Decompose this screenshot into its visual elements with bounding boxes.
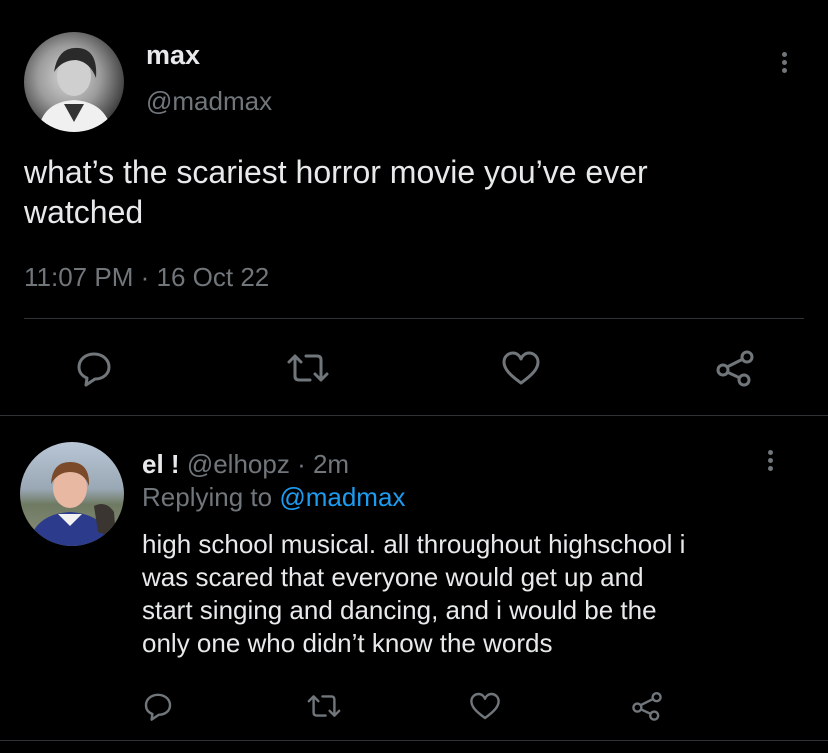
- avatar-portrait-icon: [28, 462, 116, 546]
- retweet-icon: [307, 695, 341, 717]
- heart-icon: [470, 692, 500, 720]
- reply-like-button[interactable]: [468, 690, 502, 722]
- share-button[interactable]: [714, 348, 756, 388]
- author-display-name[interactable]: max: [146, 40, 200, 71]
- reply-author-handle[interactable]: @elhopz: [187, 449, 290, 479]
- author-handle[interactable]: @madmax: [146, 86, 272, 117]
- reply-button[interactable]: [74, 348, 114, 388]
- reply-share-button[interactable]: [630, 690, 664, 722]
- like-button[interactable]: [500, 348, 542, 388]
- reply-age[interactable]: 2m: [313, 449, 349, 479]
- retweet-icon: [287, 354, 329, 382]
- reply-author-display-name[interactable]: el !: [142, 449, 180, 479]
- replying-to-prefix: Replying to: [142, 482, 273, 512]
- tweet-timestamp[interactable]: 11:07 PM · 16 Oct 22: [24, 262, 269, 293]
- avatar-el[interactable]: [20, 442, 124, 546]
- tweet-text-line-1: what’s the scariest horror movie you’ve …: [24, 154, 648, 190]
- heart-icon: [502, 351, 540, 385]
- comment-icon: [77, 352, 111, 387]
- more-options-icon[interactable]: [782, 52, 792, 76]
- retweet-button[interactable]: [286, 348, 330, 388]
- share-icon: [632, 692, 662, 721]
- reply-text-line: only one who didn’t know the words: [142, 628, 553, 658]
- replying-to: Replying to @madmax: [142, 482, 405, 513]
- reply-retweet-button[interactable]: [306, 690, 342, 722]
- reply-header: el ! @elhopz · 2m: [142, 449, 349, 480]
- reply-text-line: high school musical. all throughout high…: [142, 529, 686, 559]
- reply-more-options-icon[interactable]: [768, 450, 778, 474]
- divider: [0, 740, 828, 741]
- reply-reply-button[interactable]: [142, 690, 174, 722]
- tweet-date: 16 Oct 22: [156, 262, 270, 292]
- timestamp-separator: ·: [140, 262, 150, 292]
- reply-text: high school musical. all throughout high…: [142, 528, 685, 660]
- comment-icon: [144, 693, 172, 721]
- avatar-max[interactable]: [24, 32, 124, 132]
- divider: [24, 318, 804, 319]
- share-icon: [716, 350, 754, 387]
- replying-to-link[interactable]: @madmax: [279, 482, 405, 512]
- reply-text-line: was scared that everyone would get up an…: [142, 562, 644, 592]
- tweet-text-line-2: watched: [24, 194, 144, 230]
- tweet-time: 11:07 PM: [24, 262, 134, 292]
- avatar-portrait-icon: [38, 47, 112, 132]
- reply-text-line: start singing and dancing, and i would b…: [142, 595, 657, 625]
- divider: [0, 415, 828, 416]
- header-separator: ·: [297, 449, 306, 479]
